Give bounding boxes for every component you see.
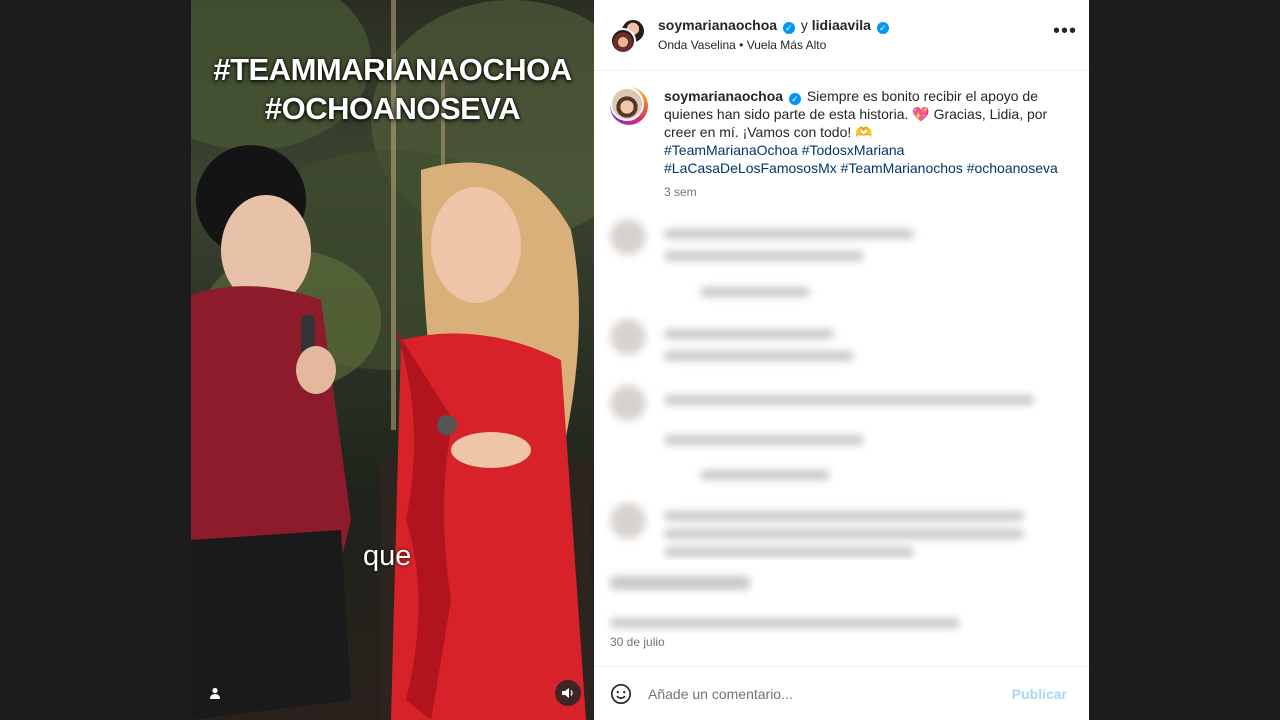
user-icon	[210, 687, 220, 699]
avatar	[610, 28, 636, 54]
add-comment-bar: Publicar	[594, 666, 1089, 720]
volume-icon	[562, 688, 573, 698]
tagged-users-button[interactable]	[202, 680, 228, 706]
post-modal: #TEAMMARIANAOCHOA #OCHOANOSEVA que soyma…	[191, 0, 1089, 720]
avatar[interactable]	[610, 87, 648, 125]
caption: soymarianaochoa ✓ Siempre es bonito reci…	[610, 87, 1073, 199]
caption-username[interactable]: soymarianaochoa	[664, 88, 783, 104]
caption-text: soymarianaochoa ✓ Siempre es bonito reci…	[664, 87, 1073, 177]
overlay-line-2: #OCHOANOSEVA	[264, 91, 521, 126]
comment-input[interactable]	[646, 684, 1006, 703]
verified-badge-icon: ✓	[788, 93, 801, 105]
post-info-panel: soymarianaochoa ✓ y lidiaavila ✓ Onda Va…	[594, 0, 1089, 720]
caption-timestamp[interactable]: 3 sem	[664, 185, 1073, 199]
audio-toggle-button[interactable]	[555, 680, 581, 706]
caption-hashtags[interactable]: #TeamMarianaOchoa #TodosxMariana #LaCasa…	[664, 142, 1058, 176]
video-text-overlay: #TEAMMARIANAOCHOA #OCHOANOSEVA	[191, 50, 594, 128]
video-subtitle: que	[363, 540, 412, 572]
username-link[interactable]: soymarianaochoa	[658, 17, 777, 33]
more-options-icon[interactable]: •••	[1053, 20, 1077, 43]
joiner-text: y	[800, 17, 808, 33]
username-link[interactable]: lidiaavila	[812, 17, 871, 33]
collab-avatars[interactable]	[610, 18, 646, 54]
collab-usernames: soymarianaochoa ✓ y lidiaavila ✓	[658, 17, 891, 34]
emoji-icon[interactable]	[610, 683, 632, 705]
audio-track-link[interactable]: Onda Vaselina • Vuela Más Alto	[658, 38, 826, 52]
post-header: soymarianaochoa ✓ y lidiaavila ✓ Onda Va…	[594, 0, 1089, 71]
post-video[interactable]: #TEAMMARIANAOCHOA #OCHOANOSEVA que	[191, 0, 594, 720]
overlay-line-1: #TEAMMARIANAOCHOA	[213, 52, 572, 87]
post-date[interactable]: 30 de julio	[610, 635, 665, 649]
post-footer: 30 de julio Publicar	[594, 560, 1089, 720]
comments-section[interactable]: soymarianaochoa ✓ Siempre es bonito reci…	[594, 71, 1089, 560]
publish-button[interactable]: Publicar	[1006, 685, 1073, 703]
verified-badge-icon: ✓	[876, 22, 889, 34]
verified-badge-icon: ✓	[782, 22, 795, 34]
